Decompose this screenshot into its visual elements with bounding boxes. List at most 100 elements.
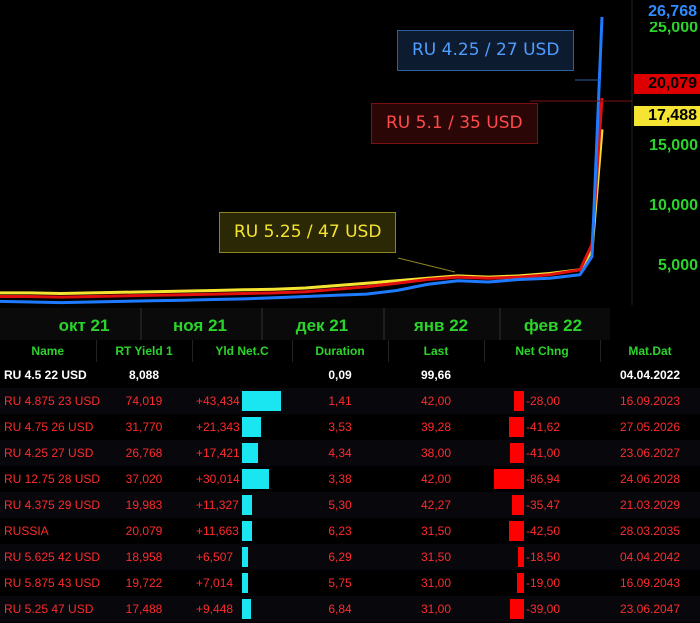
callout-ru-5-25-47: RU 5.25 / 47 USD <box>219 212 397 253</box>
net-chng-value: -41,00 <box>526 446 561 460</box>
callout-ru-5-1-35: RU 5.1 / 35 USD <box>371 103 538 144</box>
cell-yield: 19,722 <box>125 576 163 590</box>
cell-yld-net: +30,014 <box>192 466 292 492</box>
yld-net-bar <box>242 417 261 437</box>
yld-net-value: +11,327 <box>196 498 239 512</box>
yld-net-bar <box>242 443 258 463</box>
callout-ru-4-25-27: RU 4.25 / 27 USD <box>397 30 575 71</box>
cell-mat-dat: 23.06.2047 <box>600 596 700 622</box>
x-tick-feb: фев 22 <box>523 316 583 335</box>
net-chng-bar <box>510 599 524 619</box>
header-duration[interactable]: Duration <box>292 340 389 362</box>
cell-mat-dat: 23.06.2027 <box>600 440 700 466</box>
yld-net-bar <box>242 521 252 541</box>
cell-mat-dat: 04.04.2022 <box>619 368 681 382</box>
net-chng-bar <box>509 521 524 541</box>
y-tick-5000: 5,000 <box>657 257 698 274</box>
table-row[interactable]: RU 4.375 29 USD 19,983 +11,327 5,30 42,27 -35… <box>0 492 700 518</box>
table-row[interactable]: RU 12.75 28 USD 37,020 +30,014 3,38 42,00 -86… <box>0 466 700 492</box>
cell-name: RU 4.875 23 USD <box>0 388 100 414</box>
cell-duration: 3,53 <box>328 420 352 434</box>
table-header: Name RT Yield 1 Yld Net.C Duration Last … <box>0 340 700 362</box>
callout-leader-2 <box>397 257 456 273</box>
cell-yield: 37,020 <box>125 472 163 486</box>
cell-net-chng: -41,62 <box>484 414 600 440</box>
net-chng-value: -28,00 <box>526 394 561 408</box>
net-chng-bar <box>510 443 524 463</box>
yld-net-bar <box>242 573 248 593</box>
table-row[interactable]: RU 4.75 26 USD 31,770 +21,343 3,53 39,28 -41,… <box>0 414 700 440</box>
yld-net-value: +17,421 <box>196 446 240 460</box>
cell-mat-dat: 16.09.2023 <box>600 388 700 414</box>
table-row[interactable]: RU 5.625 42 USD 18,958 +6,507 6,29 31,50 -18,… <box>0 544 700 570</box>
table-row[interactable]: RU 5.25 47 USD 17,488 +9,448 6,84 31,00 -39,0… <box>0 596 700 622</box>
cell-name: RU 4.5 22 USD <box>4 368 87 382</box>
header-rt-yield[interactable]: RT Yield 1 <box>96 340 193 362</box>
table-row[interactable]: RUSSIA 20,079 +11,663 6,23 31,50 -42,50 28.03.… <box>0 518 700 544</box>
header-net-chng[interactable]: Net Chng <box>484 340 601 362</box>
cell-last: 31,00 <box>388 596 484 622</box>
net-chng-bar <box>517 573 524 593</box>
cell-name: RU 4.375 29 USD <box>0 492 100 518</box>
cell-duration: 6,29 <box>292 544 388 570</box>
yld-net-value: +11,663 <box>196 524 239 538</box>
table-row[interactable]: RU 4.25 27 USD 26,768 +17,421 4,34 38,00 -41,… <box>0 440 700 466</box>
header-last[interactable]: Last <box>388 340 485 362</box>
header-name[interactable]: Name <box>0 340 97 362</box>
cell-mat-dat: 24.06.2028 <box>619 472 681 486</box>
cell-duration: 1,41 <box>292 388 388 414</box>
cell-mat-dat: 21.03.2029 <box>600 492 700 518</box>
net-chng-value: -86,94 <box>526 472 561 486</box>
y-tick-10000: 10,000 <box>649 197 698 214</box>
table-row[interactable]: RU 5.875 43 USD 19,722 +7,014 5,75 31,00 -19,… <box>0 570 700 596</box>
cell-yld-net: +43,434 <box>192 388 292 414</box>
cell-yield: 31,770 <box>125 420 163 434</box>
yld-net-bar <box>242 495 252 515</box>
cell-yld-net: +21,343 <box>192 414 292 440</box>
net-chng-value: -19,00 <box>526 576 561 590</box>
cell-yield: 26,768 <box>96 440 192 466</box>
cell-name: RU 5.25 47 USD <box>0 596 96 622</box>
header-mat-dat[interactable]: Mat.Dat <box>600 340 700 362</box>
net-chng-bar <box>512 495 524 515</box>
cell-name: RU 5.625 42 USD <box>0 544 100 570</box>
net-chng-value: -18,50 <box>526 550 561 564</box>
cell-yield: 18,958 <box>96 544 192 570</box>
cell-yld-net: +9,448 <box>192 596 292 622</box>
net-chng-value: -35,47 <box>526 498 561 512</box>
price-chart: RU 4.25 / 27 USD RU 5.1 / 35 USD RU 5.25… <box>0 0 700 340</box>
cell-name: RU 4.75 26 USD <box>4 420 94 434</box>
bond-table: Name RT Yield 1 Yld Net.C Duration Last … <box>0 340 700 623</box>
cell-last: 31,50 <box>420 524 452 538</box>
cell-net-chng: -41,00 <box>484 440 600 466</box>
x-tick-oct: окт 21 <box>58 316 110 335</box>
cell-name: RU 12.75 28 USD <box>4 472 101 486</box>
cell-last: 99,66 <box>420 368 452 382</box>
cell-mat-dat: 27.05.2026 <box>619 420 681 434</box>
cell-last: 31,50 <box>388 544 484 570</box>
cell-duration: 0,09 <box>328 368 352 382</box>
header-yld-net[interactable]: Yld Net.C <box>192 340 293 362</box>
cell-last: 38,00 <box>388 440 484 466</box>
cell-net-chng: -42,50 <box>484 518 600 544</box>
cell-last: 42,00 <box>388 388 484 414</box>
cell-net-chng: -39,00 <box>484 596 600 622</box>
table-row[interactable]: RU 4.5 22 USD 8,088 0,09 99,66 04.04.2022 <box>0 362 700 388</box>
cell-yld-net: +6,507 <box>192 544 292 570</box>
yld-net-value: +43,434 <box>196 394 240 408</box>
cell-duration: 6,84 <box>292 596 388 622</box>
y-tick-15000: 15,000 <box>649 137 698 154</box>
cell-yld-net <box>192 362 292 388</box>
table-row[interactable]: RU 4.875 23 USD 74,019 +43,434 1,41 42,00 -28… <box>0 388 700 414</box>
chart-canvas <box>0 0 633 340</box>
last-value-blue: 26,768 <box>634 2 700 22</box>
cell-name: RUSSIA <box>4 524 49 538</box>
cell-mat-dat: 04.04.2042 <box>600 544 700 570</box>
last-value-red: 20,079 <box>634 74 700 94</box>
yld-net-value: +6,507 <box>196 550 234 564</box>
yld-net-value: +30,014 <box>196 472 240 486</box>
net-chng-value: -42,50 <box>526 524 561 538</box>
yld-net-bar <box>242 391 281 411</box>
cell-duration: 6,23 <box>328 524 352 538</box>
cell-net-chng: -19,00 <box>484 570 600 596</box>
